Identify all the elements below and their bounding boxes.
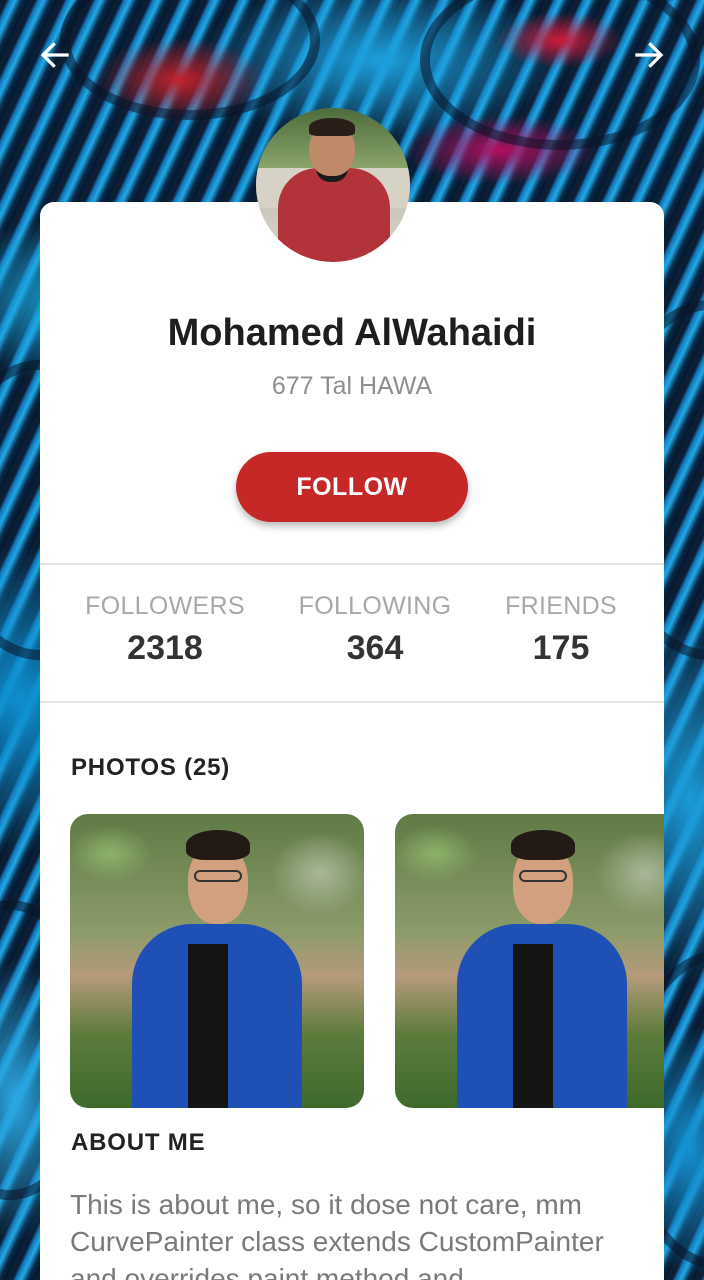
stat-label: FOLLOWING bbox=[298, 592, 452, 620]
profile-avatar[interactable] bbox=[256, 108, 410, 262]
follow-button[interactable]: FOLLOW bbox=[236, 452, 468, 522]
about-text: This is about me, so it dose not care, m… bbox=[70, 1186, 670, 1280]
stat-value: 2318 bbox=[127, 629, 203, 667]
back-button[interactable] bbox=[30, 30, 80, 80]
about-line: CurvePainter class extends CustomPainter bbox=[70, 1226, 604, 1257]
photo-thumbnail[interactable] bbox=[70, 814, 364, 1108]
forward-button[interactable] bbox=[624, 30, 674, 80]
divider bbox=[40, 701, 664, 703]
stat-following[interactable]: FOLLOWING 364 bbox=[280, 592, 470, 668]
stat-friends[interactable]: FRIENDS 175 bbox=[480, 592, 642, 668]
stat-label: FRIENDS bbox=[505, 592, 617, 620]
photos-heading: PHOTOS (25) bbox=[71, 754, 231, 781]
divider bbox=[40, 563, 664, 565]
stat-value: 364 bbox=[346, 629, 404, 667]
profile-name: Mohamed AlWahaidi bbox=[167, 312, 537, 354]
about-line: and overrides paint method and bbox=[70, 1263, 464, 1280]
photo-thumbnail[interactable] bbox=[395, 814, 664, 1108]
about-line: This is about me, so it dose not care, m… bbox=[70, 1189, 582, 1220]
profile-address: 677 Tal HAWA bbox=[271, 372, 433, 400]
profile-card: Mohamed AlWahaidi 677 Tal HAWA FOLLOW FO… bbox=[40, 202, 664, 1280]
stat-value: 175 bbox=[532, 629, 590, 667]
arrow-right-icon bbox=[635, 42, 664, 68]
about-heading: ABOUT ME bbox=[71, 1129, 206, 1156]
stat-followers[interactable]: FOLLOWERS 2318 bbox=[70, 592, 260, 668]
arrow-left-icon bbox=[40, 42, 69, 68]
stat-label: FOLLOWERS bbox=[85, 592, 245, 620]
